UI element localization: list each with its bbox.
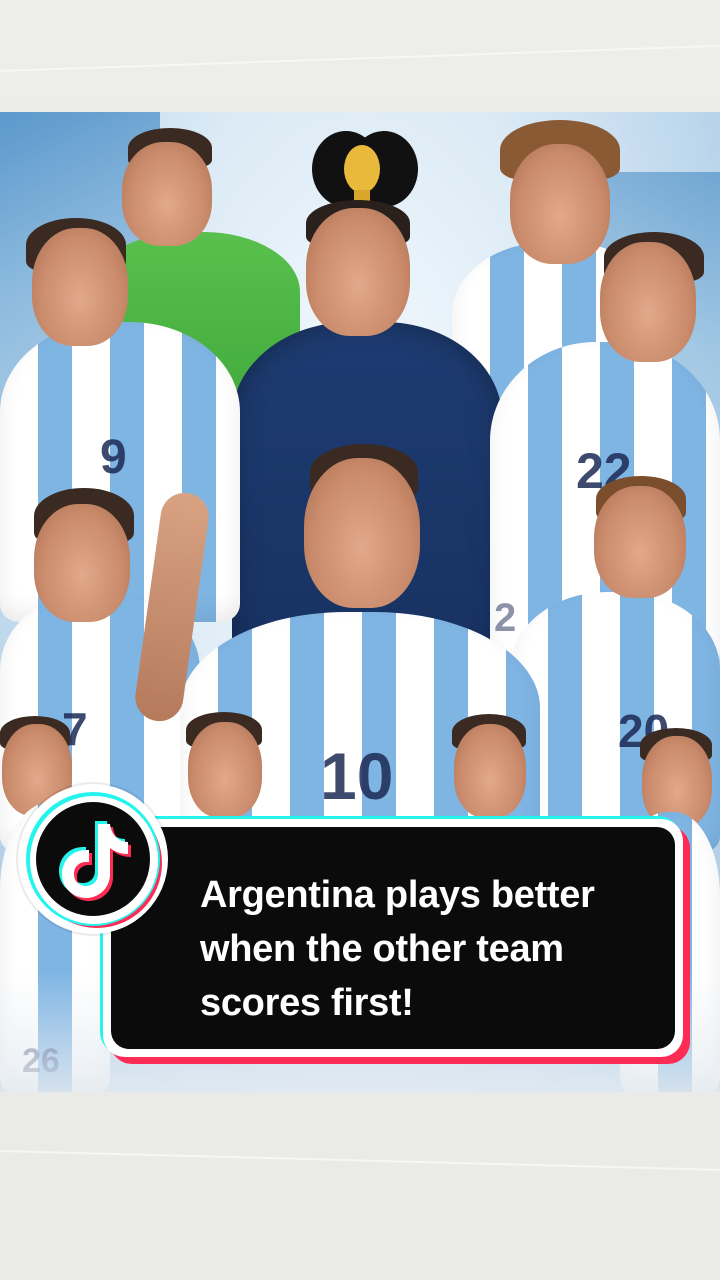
- caption-line: Argentina plays better: [200, 874, 595, 916]
- caption-line: scores first!: [200, 982, 414, 1024]
- jersey-number: 10: [320, 739, 394, 813]
- tiktok-logo-icon: [59, 821, 131, 901]
- caption-line: when the other team: [200, 928, 564, 970]
- paper-crease: [0, 44, 720, 72]
- caption-text: Argentina plays better when the other te…: [200, 868, 650, 1030]
- jersey-number: 9: [100, 431, 127, 484]
- video-frame: 9 22 7 20 2 10 Argentina plays better wh…: [0, 0, 720, 1280]
- caption-card: Argentina plays better when the other te…: [100, 816, 690, 1064]
- paper-crease: [0, 1150, 720, 1171]
- jersey-number: 2: [494, 596, 517, 640]
- tiktok-logo-badge: [18, 784, 168, 934]
